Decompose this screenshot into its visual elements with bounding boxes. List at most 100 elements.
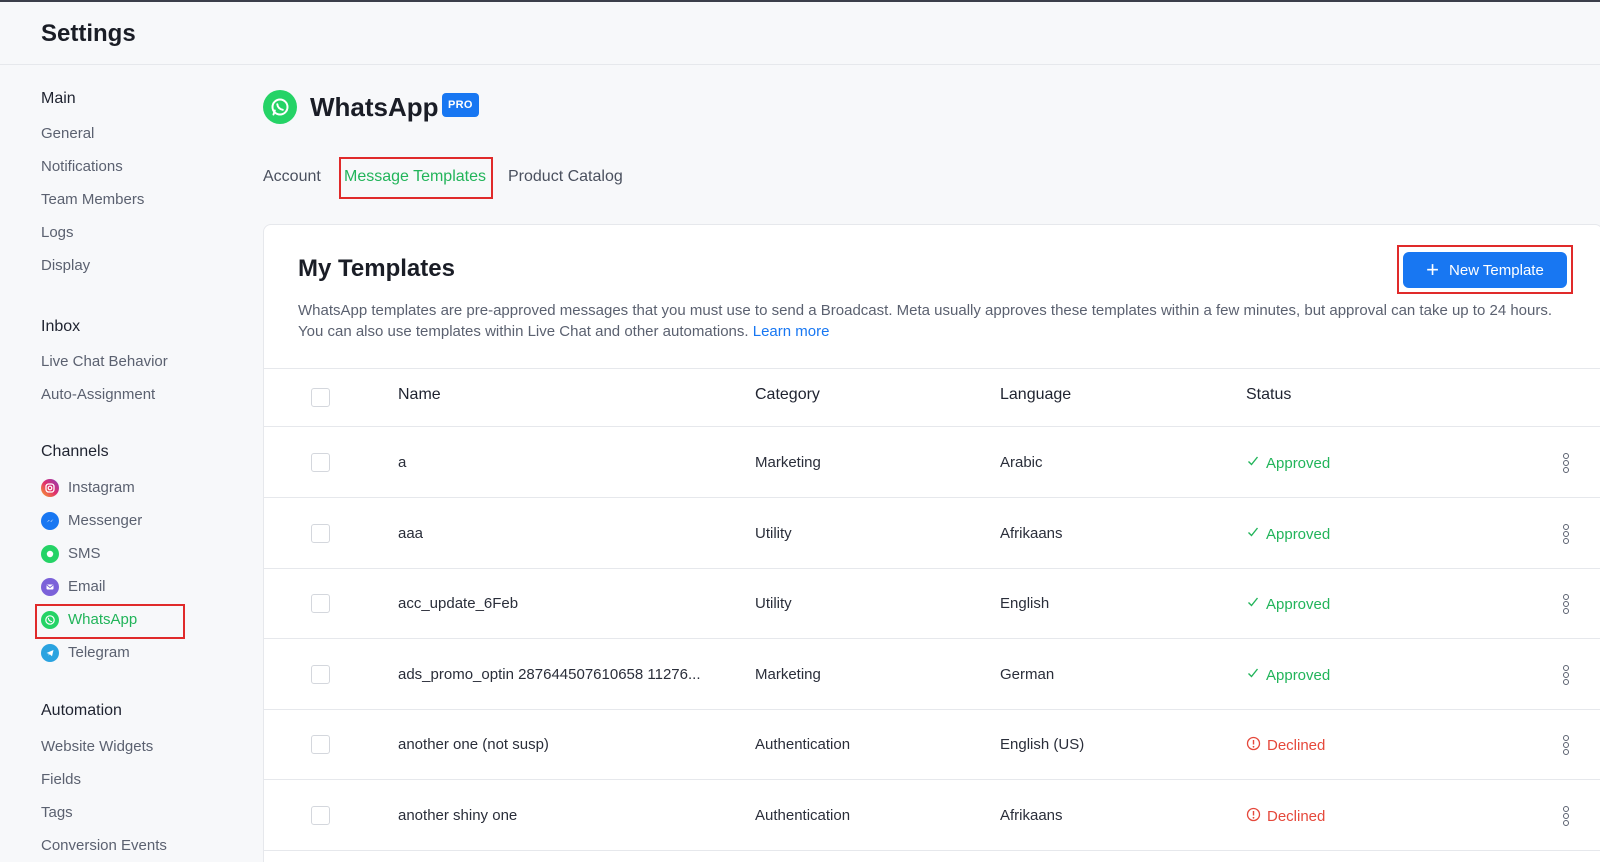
table-header xyxy=(264,368,1600,427)
sidebar-item-label: Messenger xyxy=(68,512,143,529)
row-checkbox[interactable] xyxy=(311,735,330,755)
select-all-checkbox[interactable] xyxy=(311,388,330,407)
sidebar-item-tags[interactable]: Tags xyxy=(41,801,73,825)
template-language: English xyxy=(1000,595,1050,613)
status-label: Declined xyxy=(1267,737,1326,755)
status-label: Approved xyxy=(1266,595,1331,613)
sidebar-item-email[interactable]: Email xyxy=(41,575,106,599)
template-category: Authentication xyxy=(755,736,851,754)
template-language: Afrikaans xyxy=(1000,807,1063,825)
row-checkbox[interactable] xyxy=(311,806,330,826)
messenger-icon xyxy=(41,512,59,530)
template-language: Afrikaans xyxy=(1000,525,1063,543)
learn-more-link[interactable]: Learn more xyxy=(753,323,830,340)
sms-icon xyxy=(41,545,59,563)
sidebar-item-label: Telegram xyxy=(68,644,130,661)
page-title: Settings xyxy=(41,20,136,47)
status-label: Approved xyxy=(1266,454,1331,472)
template-category: Marketing xyxy=(755,666,821,684)
status-badge: Approved xyxy=(1246,525,1330,543)
table-row[interactable] xyxy=(264,499,1600,569)
sidebar-item-logs[interactable]: Logs xyxy=(41,221,74,245)
sidebar-item-telegram[interactable]: Telegram xyxy=(41,641,130,665)
status-label: Approved xyxy=(1266,666,1331,684)
templates-description: WhatsApp templates are pre-approved mess… xyxy=(298,300,1568,342)
sidebar-item-display[interactable]: Display xyxy=(41,254,90,278)
whatsapp-logo-icon xyxy=(263,90,297,124)
sidebar-item-messenger[interactable]: Messenger xyxy=(41,509,142,533)
sidebar-item-label: Email xyxy=(68,578,106,595)
sidebar-item-label: SMS xyxy=(68,545,101,562)
pro-badge: PRO xyxy=(442,93,479,117)
table-row[interactable] xyxy=(264,428,1600,498)
row-menu-icon[interactable] xyxy=(1562,806,1570,827)
row-menu-icon[interactable] xyxy=(1562,524,1570,545)
sidebar-section-inbox: Inbox xyxy=(41,318,81,335)
row-checkbox[interactable] xyxy=(311,453,330,473)
template-category: Utility xyxy=(755,525,792,543)
templates-title: My Templates xyxy=(298,255,455,282)
tab-product-catalog[interactable]: Product Catalog xyxy=(508,168,623,186)
channel-title: WhatsApp xyxy=(310,92,439,122)
row-menu-icon[interactable] xyxy=(1562,735,1570,756)
column-header-status[interactable]: Status xyxy=(1246,386,1291,404)
template-category: Authentication xyxy=(755,807,851,825)
template-name: aaa xyxy=(398,525,424,543)
sidebar-item-sms[interactable]: SMS xyxy=(41,542,101,566)
template-language: English (US) xyxy=(1000,736,1085,754)
check-icon xyxy=(1246,595,1260,613)
highlight-box-message-templates xyxy=(339,157,493,199)
top-bar: Settings xyxy=(0,0,1600,65)
template-name: another shiny one xyxy=(398,807,518,825)
description-text: WhatsApp templates are pre-approved mess… xyxy=(298,302,1553,340)
sidebar-item-general[interactable]: General xyxy=(41,122,94,146)
status-badge: Approved xyxy=(1246,595,1330,613)
status-label: Declined xyxy=(1267,808,1326,826)
sidebar-section-automation: Automation xyxy=(41,702,122,719)
sidebar-item-team-members[interactable]: Team Members xyxy=(41,188,144,212)
sidebar-item-auto-assignment[interactable]: Auto-Assignment xyxy=(41,383,155,407)
status-badge: Approved xyxy=(1246,454,1330,472)
sidebar-item-label: Instagram xyxy=(68,479,135,496)
column-header-name[interactable]: Name xyxy=(398,386,441,404)
sidebar-item-website-widgets[interactable]: Website Widgets xyxy=(41,735,153,759)
template-category: Utility xyxy=(755,595,792,613)
tab-account[interactable]: Account xyxy=(263,168,321,186)
template-name: ads_promo_optin 287644507610658 11276... xyxy=(398,666,701,684)
sidebar-section-channels: Channels xyxy=(41,443,109,460)
sidebar-item-live-chat-behavior[interactable]: Live Chat Behavior xyxy=(41,350,168,374)
template-name: another one (not susp) xyxy=(398,736,549,754)
alert-circle-icon xyxy=(1246,736,1261,755)
row-checkbox[interactable] xyxy=(311,594,330,614)
column-header-language[interactable]: Language xyxy=(1000,386,1071,404)
template-language: German xyxy=(1000,666,1055,684)
sidebar-item-notifications[interactable]: Notifications xyxy=(41,155,123,179)
sidebar-item-fields[interactable]: Fields xyxy=(41,768,81,792)
sidebar-section-main: Main xyxy=(41,90,76,107)
instagram-icon xyxy=(41,479,59,497)
check-icon xyxy=(1246,525,1260,543)
column-header-category[interactable]: Category xyxy=(755,386,820,404)
email-icon xyxy=(41,578,59,596)
template-name: acc_update_6Feb xyxy=(398,595,519,613)
status-badge: Declined xyxy=(1246,807,1325,826)
template-language: Arabic xyxy=(1000,454,1043,472)
highlight-box-whatsapp xyxy=(35,604,185,639)
telegram-icon xyxy=(41,644,59,662)
row-menu-icon[interactable] xyxy=(1562,453,1570,474)
template-category: Marketing xyxy=(755,454,821,472)
row-checkbox[interactable] xyxy=(311,665,330,685)
template-name: a xyxy=(398,454,407,472)
row-checkbox[interactable] xyxy=(311,524,330,544)
check-icon xyxy=(1246,666,1260,684)
sidebar-item-instagram[interactable]: Instagram xyxy=(41,476,135,500)
row-menu-icon[interactable] xyxy=(1562,594,1570,615)
status-badge: Approved xyxy=(1246,666,1330,684)
status-badge: Declined xyxy=(1246,736,1325,755)
sidebar-item-conversion-events[interactable]: Conversion Events xyxy=(41,834,167,858)
highlight-box-new-template xyxy=(1397,245,1573,294)
check-icon xyxy=(1246,454,1260,472)
row-menu-icon[interactable] xyxy=(1562,665,1570,686)
status-label: Approved xyxy=(1266,525,1331,543)
alert-circle-icon xyxy=(1246,807,1261,826)
